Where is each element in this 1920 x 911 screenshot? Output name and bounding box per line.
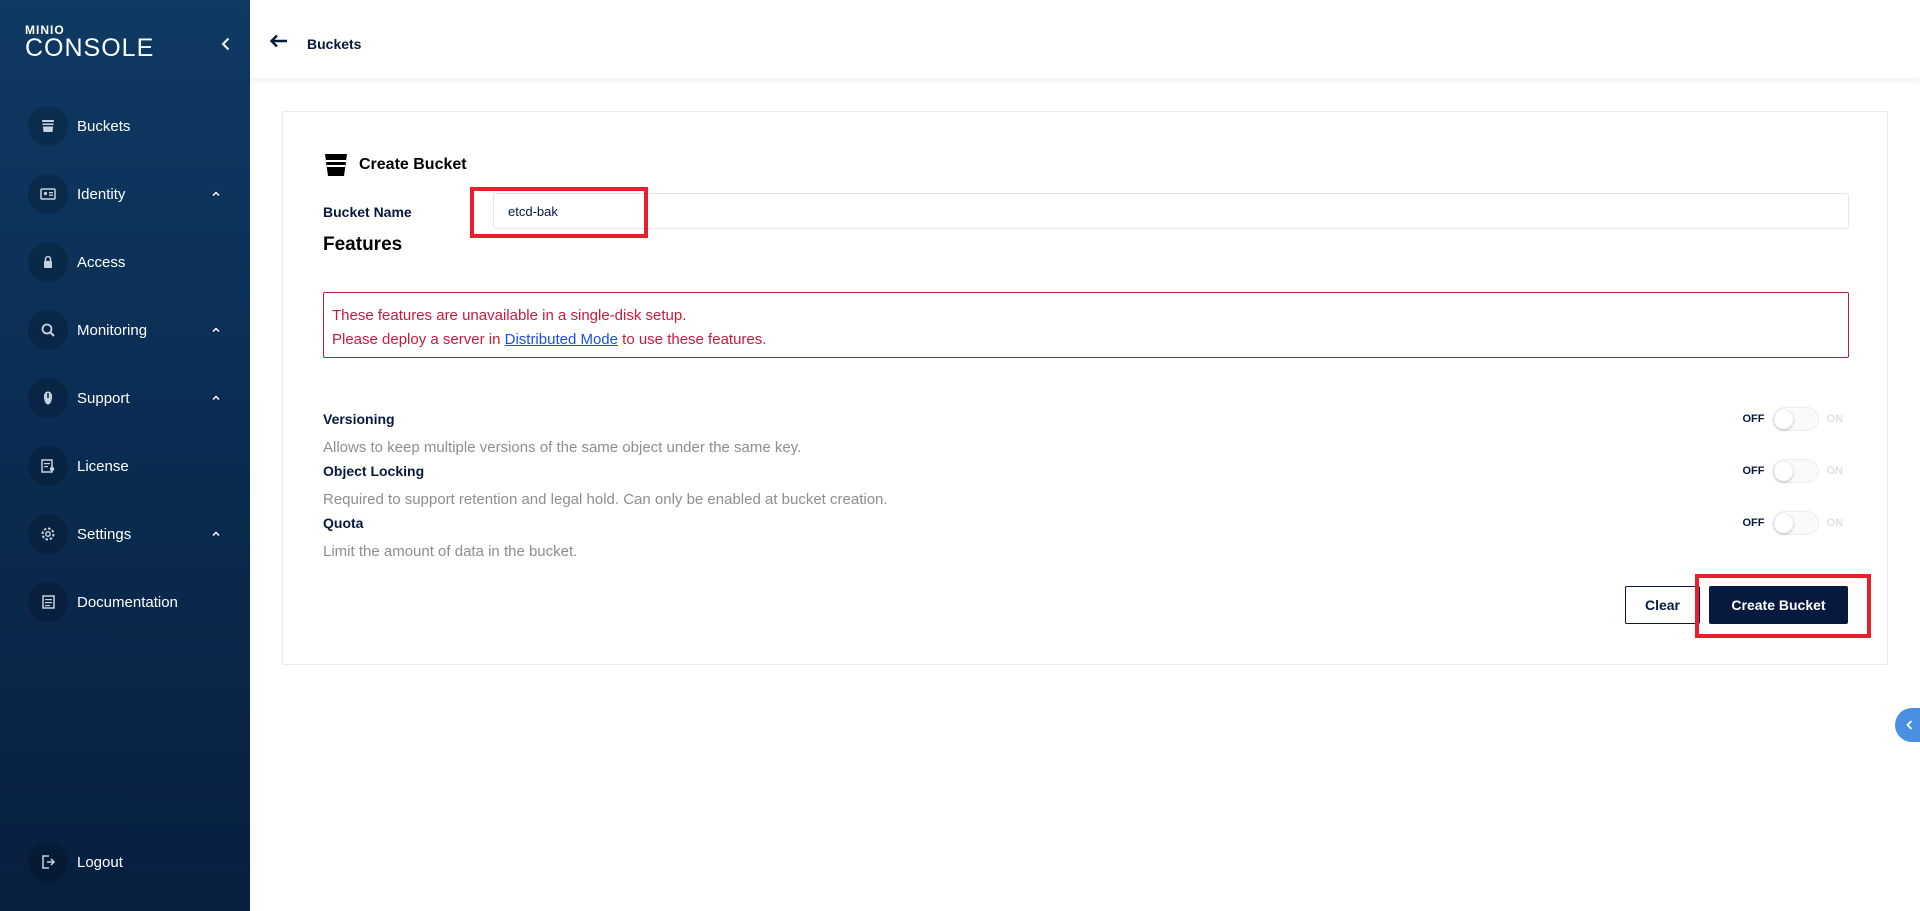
- alert-line-1: These features are unavailable in a sing…: [332, 307, 687, 324]
- document-icon: [28, 582, 68, 622]
- feature-name: Object Locking: [323, 463, 425, 479]
- toggle-knob: [1773, 410, 1793, 429]
- quota-toggle[interactable]: OFF ON: [1742, 511, 1844, 535]
- sidebar-item-identity[interactable]: Identity: [28, 172, 238, 216]
- bucket-name-input[interactable]: [493, 193, 1849, 229]
- toggle-off-label: OFF: [1742, 413, 1765, 425]
- logo-big-text: CONSOLE: [25, 34, 155, 62]
- chevron-up-icon[interactable]: [210, 392, 222, 404]
- toggle-knob: [1773, 462, 1793, 481]
- toggle-on-label: ON: [1826, 517, 1844, 529]
- sidebar-item-label: Support: [77, 389, 130, 407]
- logout-icon: [28, 842, 68, 882]
- id-card-icon: [28, 174, 68, 214]
- feature-versioning: Versioning Allows to keep multiple versi…: [323, 407, 1849, 456]
- features-title: Features: [323, 234, 403, 255]
- sidebar-item-buckets[interactable]: Buckets: [28, 104, 238, 148]
- sidebar-item-label: Access: [77, 253, 126, 271]
- sidebar-item-label: License: [77, 457, 129, 475]
- card-title: Create Bucket: [359, 156, 467, 173]
- chevron-left-icon: [1906, 720, 1913, 730]
- distributed-mode-link[interactable]: Distributed Mode: [505, 331, 618, 348]
- sidebar-item-license[interactable]: License: [28, 444, 238, 488]
- toggle-knob: [1773, 514, 1793, 533]
- sidebar-item-support[interactable]: Support: [28, 376, 238, 420]
- gear-icon: [28, 514, 68, 554]
- chevron-up-icon[interactable]: [210, 324, 222, 336]
- license-icon: [28, 446, 68, 486]
- create-bucket-card: Create Bucket Bucket Name Features These…: [282, 111, 1888, 665]
- toggle-on-label: ON: [1826, 465, 1844, 477]
- feature-name: Versioning: [323, 411, 395, 427]
- feature-description: Limit the amount of data in the bucket.: [323, 543, 578, 560]
- toggle-track[interactable]: [1772, 459, 1819, 483]
- sidebar-item-settings[interactable]: Settings: [28, 512, 238, 556]
- chevron-up-icon[interactable]: [210, 528, 222, 540]
- sidebar-item-label: Documentation: [77, 593, 178, 611]
- clear-button[interactable]: Clear: [1625, 586, 1700, 624]
- chevron-up-icon[interactable]: [210, 188, 222, 200]
- toggle-off-label: OFF: [1742, 465, 1765, 477]
- alert-text: Please deploy a server in: [332, 331, 505, 348]
- versioning-toggle[interactable]: OFF ON: [1742, 407, 1844, 431]
- back-arrow-icon[interactable]: [269, 33, 289, 49]
- minio-console-logo[interactable]: MINIO CONSOLE: [25, 24, 155, 62]
- magnifier-icon: [28, 310, 68, 350]
- feature-quota: Quota Limit the amount of data in the bu…: [323, 511, 1849, 560]
- sidebar-item-label: Buckets: [77, 117, 131, 135]
- support-icon: [28, 378, 68, 418]
- sidebar-item-monitoring[interactable]: Monitoring: [28, 308, 238, 352]
- bucket-name-label: Bucket Name: [323, 204, 412, 220]
- lock-icon: [28, 242, 68, 282]
- alert-text: to use these features.: [618, 331, 767, 348]
- sidebar-item-label: Identity: [77, 185, 126, 203]
- feature-name: Quota: [323, 515, 364, 531]
- bucket-icon: [28, 106, 68, 146]
- sidebar-item-documentation[interactable]: Documentation: [28, 580, 238, 624]
- sidebar: MINIO CONSOLE Buckets Identity Access Mo…: [0, 0, 250, 911]
- toggle-on-label: ON: [1826, 413, 1844, 425]
- feature-description: Allows to keep multiple versions of the …: [323, 439, 802, 456]
- logout-label: Logout: [77, 853, 123, 871]
- collapse-sidebar-icon[interactable]: [218, 36, 234, 52]
- single-disk-alert: These features are unavailable in a sing…: [323, 292, 1849, 358]
- breadcrumb[interactable]: Buckets: [307, 36, 361, 52]
- create-bucket-button[interactable]: Create Bucket: [1709, 586, 1848, 624]
- sidebar-item-access[interactable]: Access: [28, 240, 238, 284]
- toggle-track[interactable]: [1772, 407, 1819, 431]
- sidebar-item-label: Monitoring: [77, 321, 148, 339]
- sidebar-item-logout[interactable]: Logout: [28, 840, 238, 884]
- toggle-off-label: OFF: [1742, 517, 1765, 529]
- feature-object-locking: Object Locking Required to support reten…: [323, 459, 1849, 508]
- card-title-row: Create Bucket: [323, 152, 467, 178]
- sidebar-item-label: Settings: [77, 525, 132, 543]
- feature-description: Required to support retention and legal …: [323, 491, 888, 508]
- toggle-track[interactable]: [1772, 511, 1819, 535]
- alert-line-2: Please deploy a server in Distributed Mo…: [332, 328, 1840, 352]
- top-bar: Buckets: [250, 0, 1920, 79]
- object-locking-toggle[interactable]: OFF ON: [1742, 459, 1844, 483]
- bucket-icon: [325, 154, 347, 176]
- expand-panel-tab[interactable]: [1895, 708, 1920, 742]
